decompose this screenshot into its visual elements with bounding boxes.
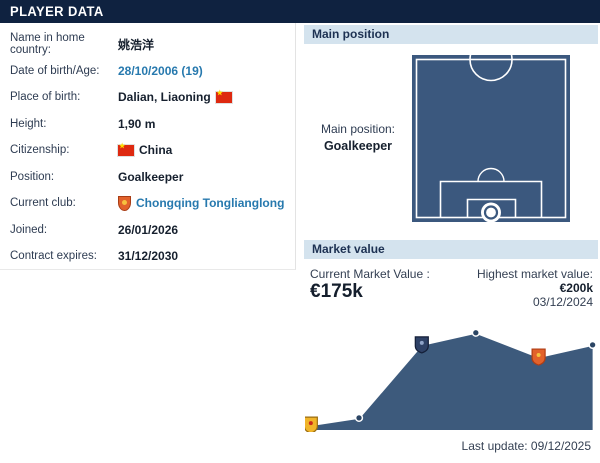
club-crest-marker-detail [308, 421, 313, 426]
main-position-value: Goalkeeper [323, 139, 393, 153]
row-contract-expires: Contract expires: 31/12/2030 [0, 243, 295, 270]
row-label: Date of birth/Age: [10, 64, 100, 77]
club-crest-marker-detail [419, 340, 424, 345]
row-value: Dalian, Liaoning [118, 90, 211, 105]
club-crest-marker-orange[interactable] [531, 348, 546, 366]
row-joined: Joined: 26/01/2026 [0, 217, 295, 244]
row-label: Place of birth: [10, 91, 81, 104]
row-value: 31/12/2030 [118, 249, 179, 264]
row-place-of-birth: Place of birth: Dalian, Liaoning [0, 84, 295, 111]
market-value-panel-header: Market value [304, 240, 598, 259]
row-citizenship: Citizenship: China [0, 137, 295, 164]
player-data-header-bar: PLAYER DATA [0, 0, 600, 23]
pitch-graphic [412, 37, 570, 223]
main-position-label: Main position: [320, 122, 396, 136]
current-club-link[interactable]: Chongqing Tonglianglong [136, 196, 284, 210]
china-flag-icon [215, 89, 232, 103]
row-date-of-birth: Date of birth/Age: 28/10/2006 (19) [0, 58, 295, 85]
row-label: Position: [10, 170, 55, 183]
row-label: Current club: [10, 197, 76, 210]
highest-market-value: €200k [559, 281, 593, 295]
row-label: Height: [10, 117, 47, 130]
player-data-panel: Name in home country: 姚浩洋 Date of birth/… [0, 23, 296, 270]
main-position-panel-header: Main position [304, 25, 598, 44]
highest-market-value-date: 03/12/2024 [532, 295, 593, 309]
current-market-value-label: Current Market Value : [310, 267, 430, 281]
last-update-text: Last update: 09/12/2025 [461, 439, 591, 453]
row-value: 1,90 m [118, 116, 156, 131]
row-value: China [139, 143, 173, 158]
club-crest-marker-detail [536, 353, 541, 358]
date-of-birth-link[interactable]: 28/10/2006 (19) [118, 64, 203, 78]
main-position-panel: Main position: Goalkeeper [304, 37, 598, 235]
row-value: Goalkeeper [118, 169, 184, 184]
current-market-value: €175k [310, 281, 363, 302]
row-value: 26/01/2026 [118, 222, 179, 237]
row-position: Position: Goalkeeper [0, 164, 295, 191]
row-height: Height: 1,90 m [0, 111, 295, 138]
row-label: Contract expires: [10, 250, 97, 263]
row-current-club: Current club: Chongqing Tonglianglong [0, 190, 295, 217]
china-flag-icon [118, 142, 134, 156]
chart-data-point[interactable] [471, 328, 480, 337]
row-label: Citizenship: [10, 144, 70, 157]
club-crest-icon[interactable] [118, 195, 131, 211]
highest-market-value-label: Highest market value: [476, 267, 593, 281]
chart-data-point[interactable] [354, 413, 364, 422]
goalkeeper-position-marker [481, 202, 501, 223]
row-value: 姚浩洋 [118, 37, 155, 52]
row-label: Name in home country: [10, 32, 85, 57]
page-title: PLAYER DATA [10, 3, 104, 20]
pitch-svg [412, 37, 570, 223]
chart-area-fill [310, 332, 593, 430]
player-profile-page: PLAYER DATA Name in home country: 姚浩洋 Da… [0, 0, 600, 463]
market-value-panel: Current Market Value : €175k Highest mar… [304, 259, 600, 463]
market-value-chart[interactable] [305, 315, 597, 432]
row-label: Joined: [10, 223, 48, 236]
chart-data-point[interactable] [588, 340, 597, 350]
row-name-home-country: Name in home country: 姚浩洋 [0, 31, 295, 58]
